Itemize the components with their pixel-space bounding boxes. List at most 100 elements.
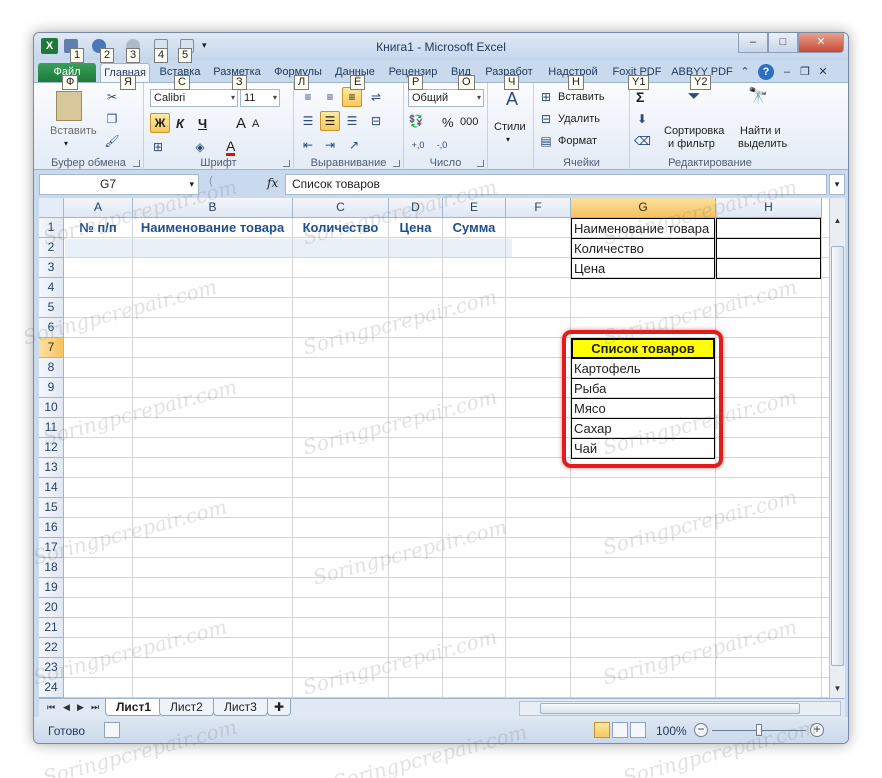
- font-size-select[interactable]: 11 ▾: [240, 89, 280, 107]
- cut-icon[interactable]: ✂: [104, 89, 120, 105]
- cell-g3[interactable]: Цена: [571, 258, 715, 279]
- select-all-corner[interactable]: [39, 198, 64, 218]
- sort-filter-button-line2[interactable]: и фильтр: [668, 138, 715, 150]
- row-header-13[interactable]: 13: [39, 458, 64, 478]
- close-button[interactable]: ✕: [798, 33, 844, 53]
- currency-icon[interactable]: 💱: [408, 113, 424, 129]
- decrease-indent-icon[interactable]: ⇤: [300, 137, 316, 153]
- font-color-button[interactable]: A: [226, 139, 236, 156]
- vertical-scrollbar[interactable]: ▲ ▼: [829, 198, 845, 698]
- orientation-icon[interactable]: ↗: [346, 137, 362, 153]
- percent-button[interactable]: %: [442, 115, 454, 130]
- cell-h3[interactable]: [716, 258, 821, 279]
- align-top-icon[interactable]: ≡: [300, 89, 316, 105]
- doc-minimize-icon[interactable]: –: [780, 65, 794, 79]
- vertical-scroll-thumb[interactable]: [831, 246, 844, 666]
- zoom-out-button[interactable]: −: [694, 723, 708, 737]
- shrink-font-button[interactable]: A: [252, 118, 259, 130]
- name-box[interactable]: G7 ▾: [39, 174, 199, 195]
- cell-c1[interactable]: Количество: [293, 218, 388, 238]
- column-header-e[interactable]: E: [443, 198, 506, 218]
- format-cells-button[interactable]: Формат: [558, 135, 597, 147]
- paste-button[interactable]: Вставить: [50, 125, 97, 137]
- font-launcher-icon[interactable]: [283, 160, 290, 167]
- row-header-17[interactable]: 17: [39, 538, 64, 558]
- row-header-11[interactable]: 11: [39, 418, 64, 438]
- align-middle-icon[interactable]: ≡: [322, 89, 338, 105]
- autosum-button[interactable]: Σ: [636, 89, 644, 105]
- row-header-12[interactable]: 12: [39, 438, 64, 458]
- styles-button[interactable]: Стили: [494, 121, 526, 133]
- clipboard-launcher-icon[interactable]: [133, 160, 140, 167]
- maximize-button[interactable]: □: [768, 33, 798, 53]
- row-header-7[interactable]: 7: [39, 338, 64, 358]
- column-header-c[interactable]: C: [293, 198, 389, 218]
- sheet-tab-1[interactable]: Лист1: [105, 699, 163, 716]
- last-sheet-icon[interactable]: ⏭: [91, 702, 99, 713]
- row-header-8[interactable]: 8: [39, 358, 64, 378]
- font-name-select[interactable]: Calibri ▾: [150, 89, 238, 107]
- find-select-icon[interactable]: 🔭: [746, 89, 770, 115]
- delete-cells-button[interactable]: Удалить: [558, 113, 600, 125]
- macro-record-icon[interactable]: [104, 722, 120, 738]
- align-bottom-icon[interactable]: ≡: [342, 87, 362, 107]
- cell-g2[interactable]: Количество: [571, 238, 715, 259]
- row-header-10[interactable]: 10: [39, 398, 64, 418]
- increase-indent-icon[interactable]: ⇥: [322, 137, 338, 153]
- row-header-22[interactable]: 22: [39, 638, 64, 658]
- insert-cells-button[interactable]: Вставить: [558, 91, 605, 103]
- scroll-up-icon[interactable]: ▲: [831, 214, 844, 227]
- cell-b1[interactable]: Наименование товара: [133, 218, 292, 238]
- row-header-5[interactable]: 5: [39, 298, 64, 318]
- row-header-6[interactable]: 6: [39, 318, 64, 338]
- zoom-slider-thumb[interactable]: [756, 724, 762, 736]
- paste-dropdown-icon[interactable]: ▾: [64, 139, 68, 148]
- zoom-in-button[interactable]: +: [810, 723, 824, 737]
- row-header-20[interactable]: 20: [39, 598, 64, 618]
- find-select-button-line1[interactable]: Найти и: [740, 125, 781, 137]
- zoom-level[interactable]: 100%: [656, 724, 687, 738]
- help-icon[interactable]: ?: [758, 64, 774, 80]
- row-header-9[interactable]: 9: [39, 378, 64, 398]
- insert-function-button[interactable]: fx: [267, 176, 278, 190]
- column-header-a[interactable]: A: [64, 198, 133, 218]
- row-header-23[interactable]: 23: [39, 658, 64, 678]
- comma-button[interactable]: 000: [460, 116, 478, 128]
- bold-button[interactable]: Ж: [150, 113, 170, 133]
- row-header-14[interactable]: 14: [39, 478, 64, 498]
- cell-h2[interactable]: [716, 238, 821, 259]
- cell-h1[interactable]: [716, 218, 821, 239]
- doc-close-icon[interactable]: ✕: [816, 65, 830, 79]
- row-header-16[interactable]: 16: [39, 518, 64, 538]
- row-header-3[interactable]: 3: [39, 258, 64, 278]
- fill-icon[interactable]: ⬇: [634, 111, 650, 127]
- number-format-select[interactable]: Общий ▾: [408, 89, 484, 107]
- collapse-ribbon-icon[interactable]: ⌃: [738, 65, 752, 79]
- expand-formula-icon[interactable]: ▾: [829, 174, 845, 195]
- increase-decimal-icon[interactable]: +,0: [410, 137, 426, 153]
- worksheet-grid[interactable]: A B C D E F G H 1 2 3 4 5 6 7 8 9 10 11 12 13 14 15 16 17 18 19 20 2…: [39, 198, 829, 698]
- cell-a1[interactable]: № п/п: [64, 218, 132, 238]
- cell-d1[interactable]: Цена: [389, 218, 442, 238]
- row-header-15[interactable]: 15: [39, 498, 64, 518]
- row-header-2[interactable]: 2: [39, 238, 64, 258]
- normal-view-icon[interactable]: [594, 722, 610, 738]
- row-header-1[interactable]: 1: [39, 218, 64, 238]
- find-select-button-line2[interactable]: выделить: [738, 138, 787, 150]
- cell-e1[interactable]: Сумма: [443, 218, 505, 238]
- row-header-24[interactable]: 24: [39, 678, 64, 698]
- paste-icon[interactable]: [56, 91, 82, 121]
- horizontal-scroll-thumb[interactable]: [540, 703, 800, 714]
- align-center-icon[interactable]: ☰: [320, 111, 340, 131]
- delete-cells-icon[interactable]: ⊟: [538, 111, 554, 127]
- next-sheet-icon[interactable]: ▶: [77, 702, 84, 713]
- sort-filter-button-line1[interactable]: Сортировка: [664, 125, 724, 137]
- insert-cells-icon[interactable]: ⊞: [538, 89, 554, 105]
- styles-dropdown-icon[interactable]: ▾: [506, 135, 510, 144]
- alignment-launcher-icon[interactable]: [393, 160, 400, 167]
- sort-filter-icon[interactable]: ⏷: [682, 89, 706, 115]
- fill-color-icon[interactable]: ◈: [192, 139, 208, 155]
- row-header-18[interactable]: 18: [39, 558, 64, 578]
- row-header-4[interactable]: 4: [39, 278, 64, 298]
- column-header-d[interactable]: D: [389, 198, 443, 218]
